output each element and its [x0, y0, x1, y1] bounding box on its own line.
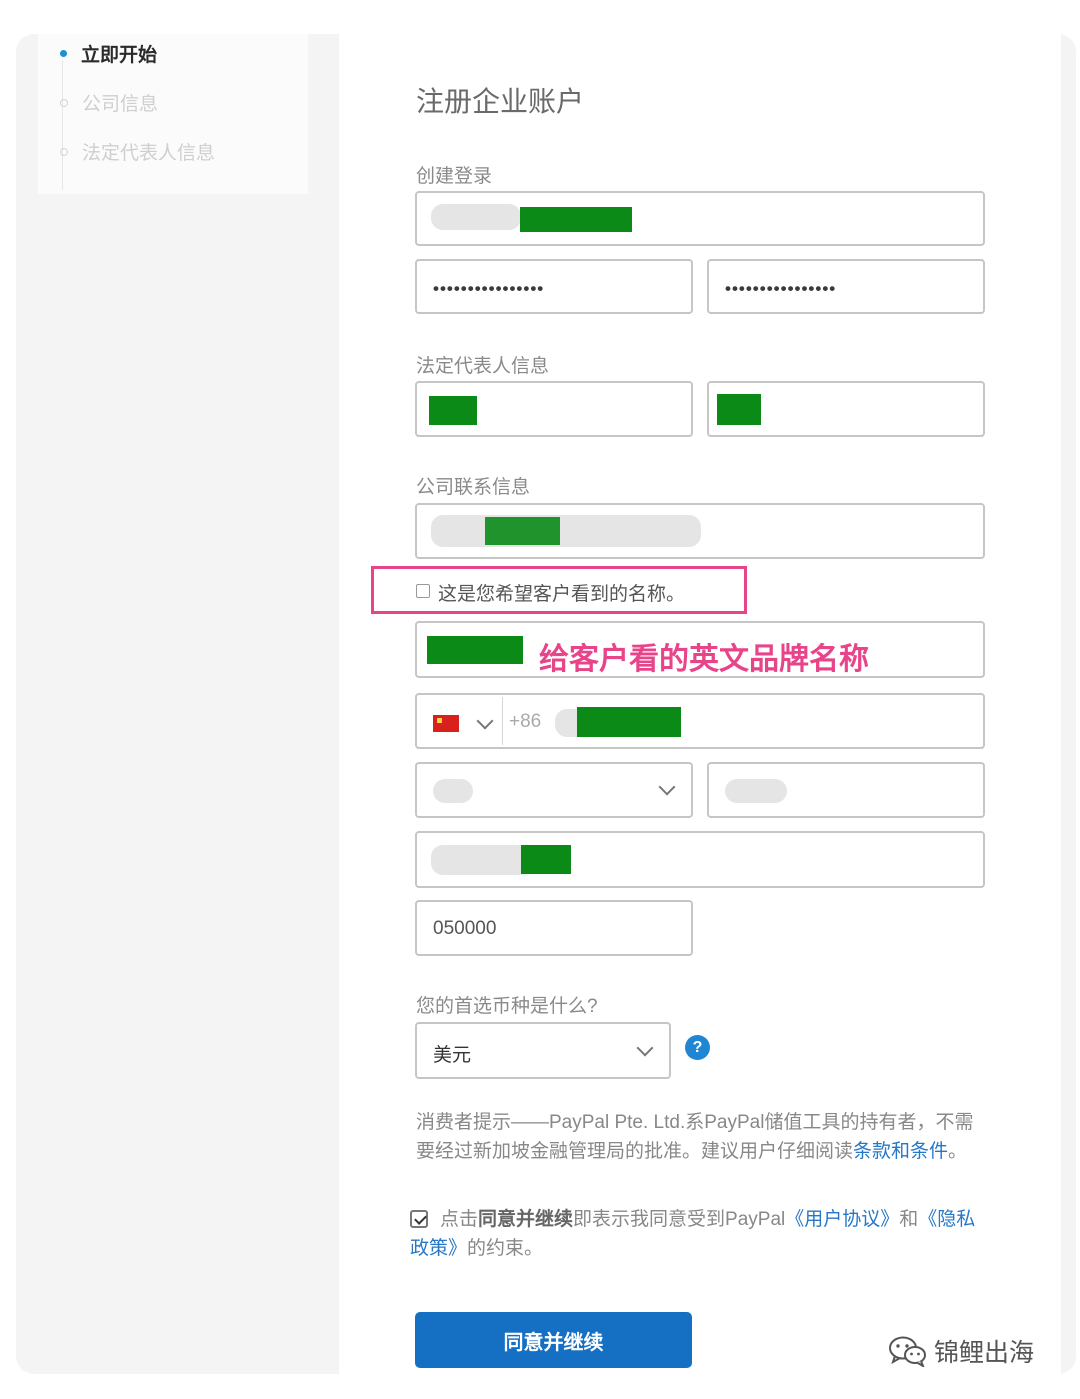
province-select[interactable] — [415, 762, 693, 818]
redaction-block — [485, 517, 560, 545]
wechat-icon — [889, 1336, 926, 1367]
blurred-text — [725, 779, 787, 803]
phone-field[interactable]: +86 — [415, 693, 985, 749]
confirm-password-field[interactable]: •••••••••••••••• — [707, 259, 985, 314]
step-legal-rep[interactable]: 法定代表人信息 — [60, 138, 215, 165]
agree-continue-button[interactable]: 同意并继续 — [415, 1312, 692, 1368]
redaction-block — [717, 394, 761, 425]
brand-name-annotation: 给客户看的英文品牌名称 — [539, 643, 869, 676]
user-agreement-link[interactable]: 《用户协议》 — [785, 1209, 899, 1230]
agree-checkbox[interactable] — [410, 1210, 428, 1228]
blurred-text — [431, 515, 701, 547]
currency-select[interactable]: 美元 — [415, 1022, 671, 1079]
chevron-down-icon — [636, 1039, 654, 1057]
postal-code-field[interactable]: 050000 — [415, 900, 693, 956]
blurred-text — [433, 779, 473, 803]
display-name-checkbox-label: 这是您希望客户看到的名称。 — [438, 584, 686, 605]
login-section-label: 创建登录 — [416, 166, 493, 187]
email-field[interactable] — [415, 191, 985, 246]
agree-text: 和 — [899, 1209, 919, 1230]
step-start[interactable]: 立即开始 — [60, 40, 157, 67]
contact-section-label: 公司联系信息 — [416, 477, 531, 498]
step-connector — [62, 60, 63, 190]
first-name-field[interactable] — [415, 381, 693, 437]
phone-prefix: +86 — [509, 711, 542, 732]
help-icon[interactable]: ? — [685, 1035, 710, 1060]
step-dot — [60, 98, 68, 107]
currency-question-label: 您的首选币种是什么? — [416, 996, 598, 1017]
password-field[interactable]: •••••••••••••••• — [415, 259, 693, 314]
redaction-block — [427, 636, 523, 664]
step-label: 公司信息 — [82, 94, 159, 115]
city-field[interactable] — [707, 762, 985, 818]
legal-rep-section-label: 法定代表人信息 — [416, 356, 550, 377]
watermark: 锦鲤出海 — [888, 1333, 1034, 1369]
china-flag-icon — [433, 715, 459, 732]
consumer-disclaimer: 消费者提示——PayPal Pte. Ltd.系PayPal储值工具的持有者，不… — [416, 1108, 976, 1166]
terms-link[interactable]: 条款和条件 — [853, 1141, 948, 1162]
postal-code-value: 050000 — [433, 918, 497, 939]
address-field[interactable] — [415, 831, 985, 888]
company-name-field[interactable] — [415, 503, 985, 559]
signup-steps: 立即开始 公司信息 法定代表人信息 — [38, 34, 308, 194]
redaction-block — [429, 396, 477, 425]
page-title: 注册企业账户 — [416, 86, 585, 117]
display-name-checkbox[interactable] — [416, 584, 430, 598]
step-label: 法定代表人信息 — [82, 143, 216, 164]
phone-divider — [502, 697, 503, 745]
country-code-select[interactable] — [417, 695, 502, 747]
step-dot — [60, 147, 68, 156]
chevron-down-icon — [476, 712, 494, 730]
step-company-info[interactable]: 公司信息 — [60, 89, 158, 116]
disclaimer-end: 。 — [948, 1141, 968, 1162]
agree-text: 点击 — [440, 1209, 479, 1230]
password-mask: •••••••••••••••• — [725, 279, 837, 298]
chevron-down-icon — [658, 778, 676, 796]
step-active-dot — [60, 50, 67, 57]
password-mask: •••••••••••••••• — [433, 279, 545, 298]
redaction-block — [521, 845, 571, 874]
agree-text: 的约束。 — [467, 1238, 544, 1259]
redaction-block — [577, 707, 681, 737]
agree-text: 即表示我同意受到PayPal — [573, 1209, 786, 1230]
currency-value: 美元 — [433, 1045, 472, 1066]
agreement-row: 点击同意并继续即表示我同意受到PayPal《用户协议》和《隐私政策》的约束。 — [410, 1205, 980, 1263]
blurred-text — [431, 204, 521, 230]
redaction-block — [520, 207, 632, 232]
last-name-field[interactable] — [707, 381, 985, 437]
step-label: 立即开始 — [81, 45, 158, 66]
blurred-text — [431, 845, 531, 875]
agree-bold-text: 同意并继续 — [478, 1209, 574, 1230]
watermark-text: 锦鲤出海 — [934, 1339, 1035, 1367]
